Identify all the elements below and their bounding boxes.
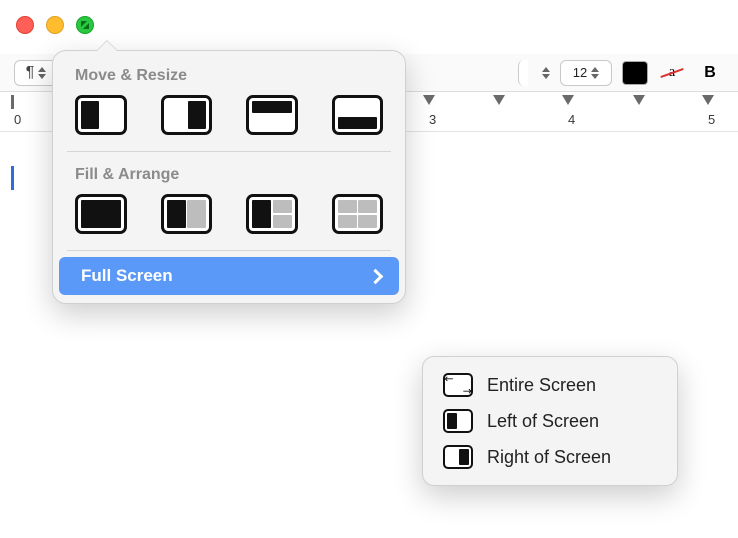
updown-icon bbox=[38, 67, 46, 79]
right-of-screen-icon bbox=[443, 445, 473, 469]
window-traffic-lights bbox=[16, 16, 94, 34]
ruler-tab-marker[interactable] bbox=[633, 95, 645, 105]
fill-screen-button[interactable] bbox=[75, 194, 127, 234]
ruler-number: 0 bbox=[14, 112, 21, 127]
close-button[interactable] bbox=[16, 16, 34, 34]
tile-bottom-half-button[interactable] bbox=[332, 95, 384, 135]
entire-screen-icon: ↖↖ bbox=[443, 373, 473, 397]
arrange-quarters-button[interactable] bbox=[332, 194, 384, 234]
submenu-label: Entire Screen bbox=[487, 375, 596, 396]
arrange-halves-button[interactable] bbox=[161, 194, 213, 234]
left-of-screen-icon bbox=[443, 409, 473, 433]
bold-label: B bbox=[704, 64, 716, 82]
text-cursor bbox=[11, 166, 14, 190]
font-size-field[interactable]: 12 bbox=[560, 60, 612, 86]
submenu-item-left-of-screen[interactable]: Left of Screen bbox=[423, 403, 677, 439]
ruler-tab-marker[interactable] bbox=[562, 95, 574, 105]
ruler-tab-marker[interactable] bbox=[493, 95, 505, 105]
divider bbox=[67, 250, 391, 251]
tile-right-half-button[interactable] bbox=[161, 95, 213, 135]
window-tiling-popover: Move & Resize Fill & Arrange Full Screen bbox=[52, 50, 406, 304]
full-screen-menu-item[interactable]: Full Screen bbox=[59, 257, 399, 295]
strikethrough-button[interactable]: a bbox=[658, 61, 686, 85]
ruler-number: 4 bbox=[568, 112, 575, 127]
pilcrow-icon: ¶ bbox=[26, 64, 35, 82]
arrange-left-two-right-button[interactable] bbox=[246, 194, 298, 234]
ruler-tab-marker[interactable] bbox=[702, 95, 714, 105]
submenu-item-entire-screen[interactable]: ↖↖ Entire Screen bbox=[423, 367, 677, 403]
ruler-tab-marker[interactable] bbox=[423, 95, 435, 105]
submenu-item-right-of-screen[interactable]: Right of Screen bbox=[423, 439, 677, 475]
full-screen-label: Full Screen bbox=[81, 266, 173, 286]
updown-icon bbox=[591, 67, 599, 79]
chevron-right-icon bbox=[368, 268, 384, 284]
font-size-value: 12 bbox=[573, 65, 587, 80]
fill-arrange-grid bbox=[53, 194, 405, 250]
tile-left-half-button[interactable] bbox=[75, 95, 127, 135]
full-screen-submenu: ↖↖ Entire Screen Left of Screen Right of… bbox=[422, 356, 678, 486]
text-color-swatch[interactable] bbox=[622, 61, 648, 85]
zoom-button[interactable] bbox=[76, 16, 94, 34]
tile-top-half-button[interactable] bbox=[246, 95, 298, 135]
bold-button[interactable]: B bbox=[696, 61, 724, 85]
ruler-number: 5 bbox=[708, 112, 715, 127]
minimize-button[interactable] bbox=[46, 16, 64, 34]
move-resize-grid bbox=[53, 95, 405, 151]
section-title-fill-arrange: Fill & Arrange bbox=[53, 152, 405, 194]
ruler-margin-marker[interactable] bbox=[11, 95, 14, 109]
ruler-number: 3 bbox=[429, 112, 436, 127]
section-title-move-resize: Move & Resize bbox=[53, 51, 405, 95]
submenu-label: Right of Screen bbox=[487, 447, 611, 468]
updown-icon bbox=[542, 67, 550, 79]
submenu-label: Left of Screen bbox=[487, 411, 599, 432]
